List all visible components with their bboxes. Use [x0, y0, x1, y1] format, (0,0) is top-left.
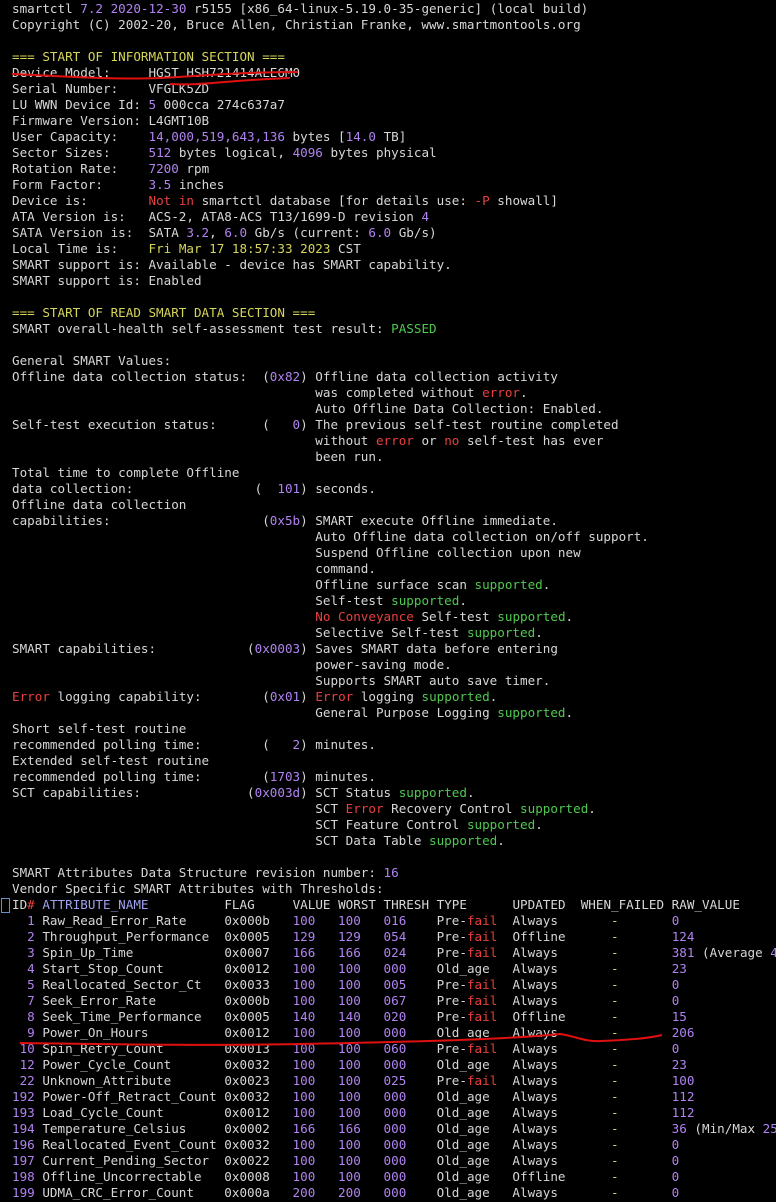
red-underline-power-on-hours — [19, 1032, 663, 1046]
terminal-window[interactable]: smartctl 7.2 2020-12-30 r5155 [x86_64-li… — [0, 0, 776, 1202]
annotation-layer — [11, 71, 663, 1046]
red-underline-device-model — [11, 71, 299, 86]
